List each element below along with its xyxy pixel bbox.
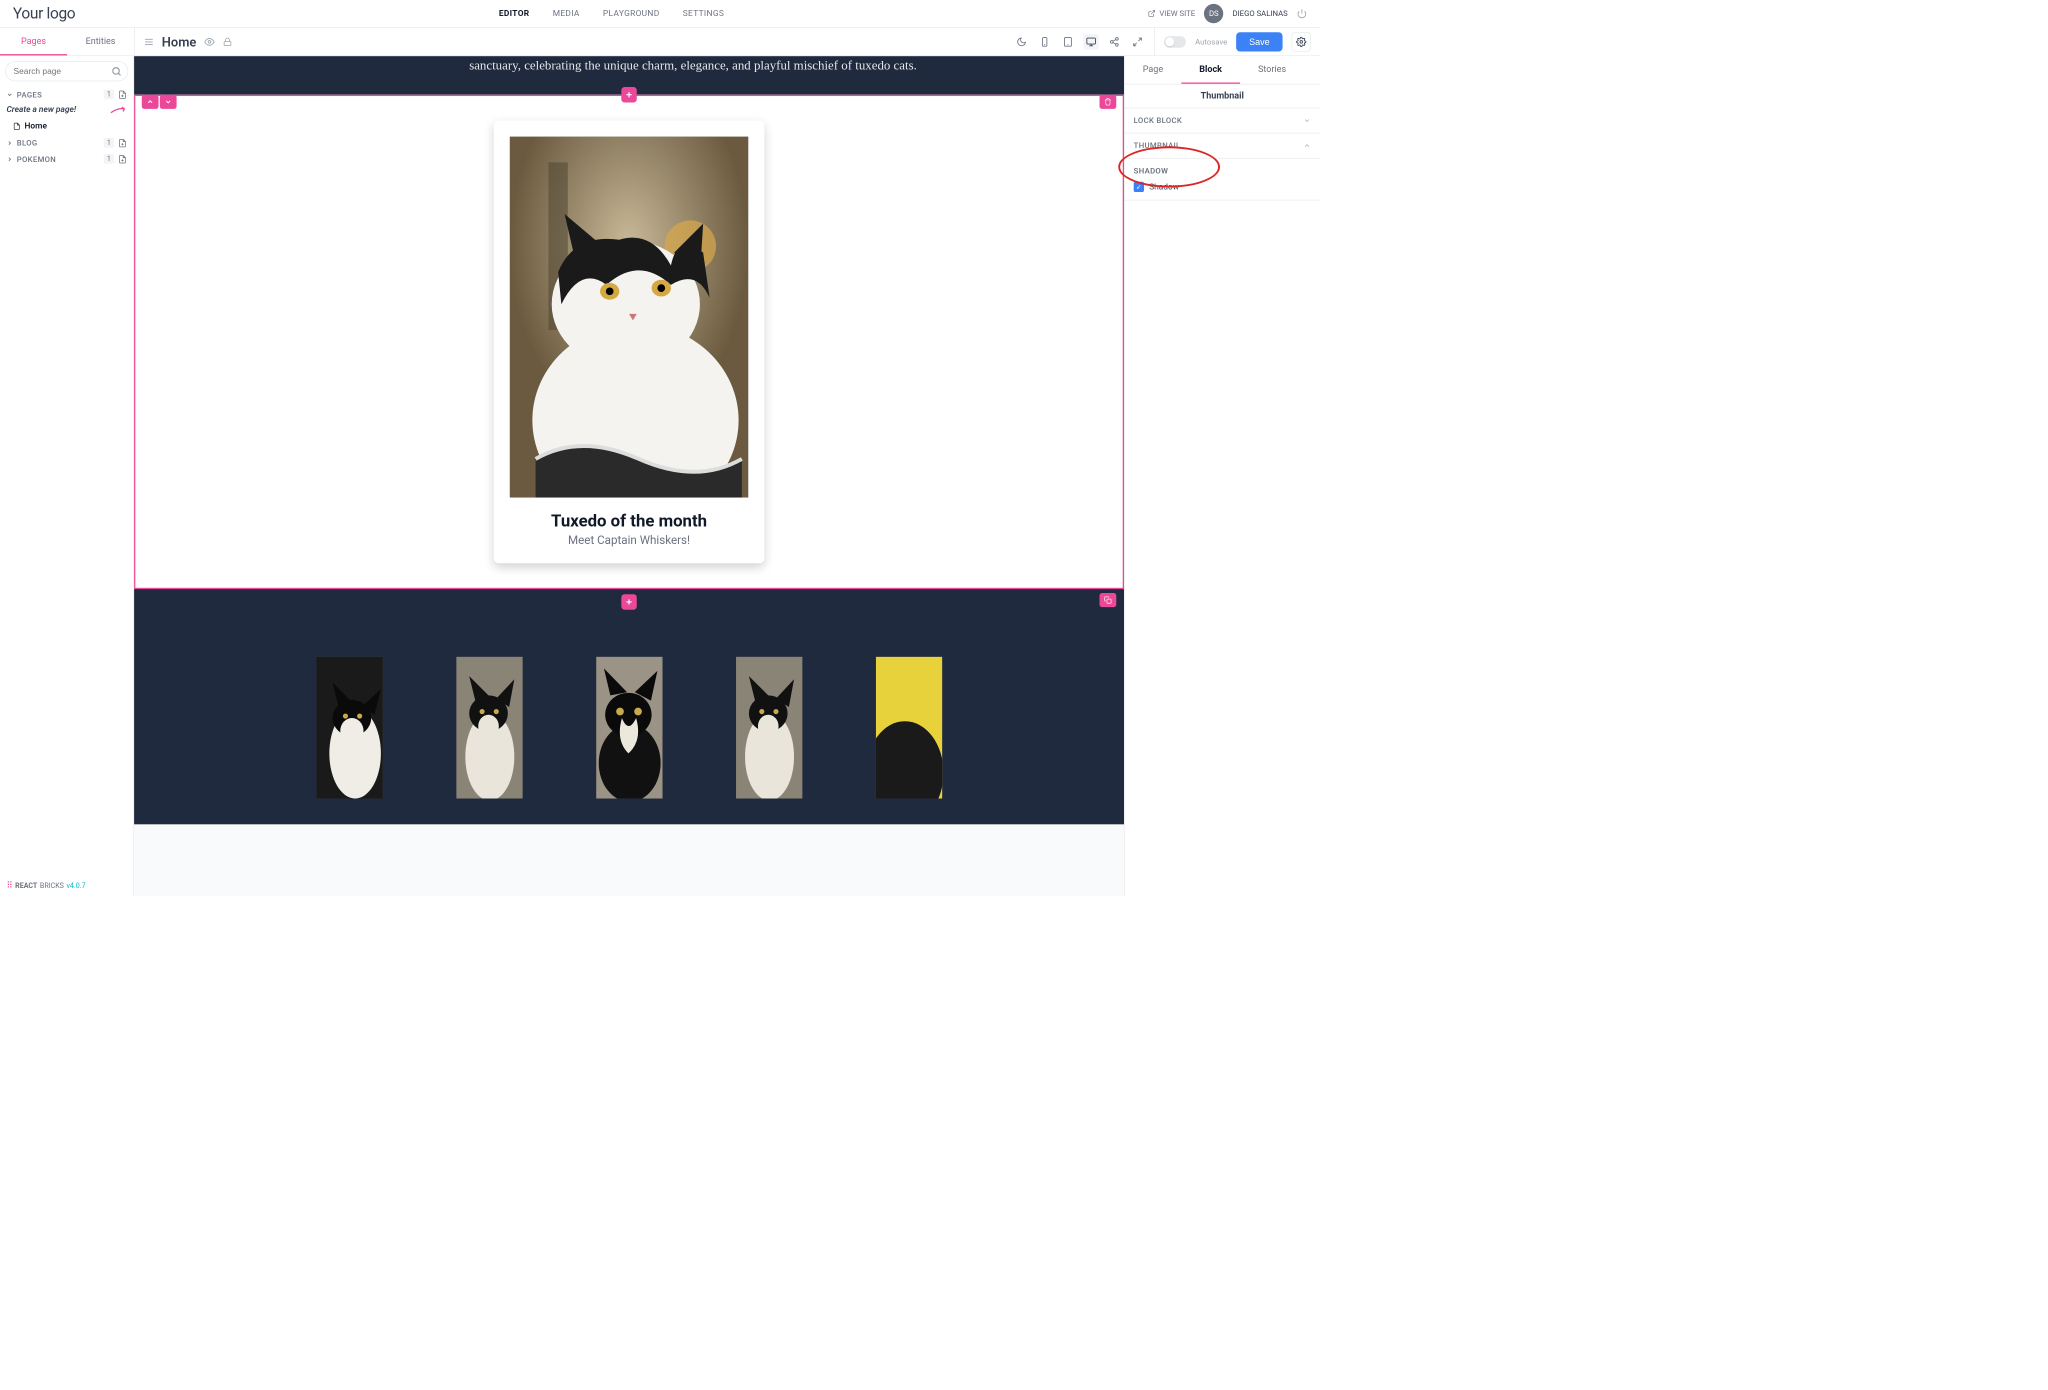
move-down-button[interactable] (160, 95, 177, 109)
thumbnail-card[interactable]: Tuxedo of the month Meet Captain Whisker… (494, 121, 765, 564)
move-up-button[interactable] (142, 95, 159, 109)
tree-blog-count: 1 (104, 138, 114, 148)
secondary-bar: Pages Entities Home Autosave Save (0, 28, 1320, 56)
nav-editor[interactable]: EDITOR (499, 9, 530, 19)
gallery-image[interactable] (736, 657, 802, 799)
create-page-hint: Create a new page! (0, 102, 133, 117)
brand-dots-icon: ⠿ (6, 881, 12, 891)
shadow-label: Shadow (1149, 182, 1179, 192)
tree-group-pages[interactable]: PAGES 1 (0, 86, 133, 102)
expand-icon[interactable] (1130, 34, 1145, 49)
rs-shadow-heading: SHADOW (1134, 166, 1311, 175)
tablet-icon[interactable] (1060, 34, 1075, 49)
user-name: DIEGO SALINAS (1232, 9, 1287, 18)
tree-item-home[interactable]: Home (0, 117, 133, 134)
page-title: Home (162, 34, 197, 49)
external-link-icon (1148, 10, 1156, 18)
nav-right: VIEW SITE DS DIEGO SALINAS (1148, 4, 1307, 23)
rs-block-name: Thumbnail (1125, 84, 1320, 108)
footer-bricks: BRICKS (40, 882, 64, 890)
eye-icon[interactable] (204, 36, 214, 46)
add-blog-icon[interactable] (118, 138, 127, 147)
autosave-toggle[interactable] (1164, 36, 1186, 48)
canvas[interactable]: sanctuary, celebrating the unique charm,… (134, 56, 1124, 896)
add-page-icon[interactable] (118, 90, 127, 99)
rs-tab-page[interactable]: Page (1125, 56, 1182, 84)
rs-shadow-body: SHADOW ✓ Shadow (1125, 159, 1320, 201)
theme-icon[interactable] (1014, 34, 1029, 49)
gallery-image[interactable] (316, 657, 382, 799)
shadow-checkbox-row[interactable]: ✓ Shadow (1134, 182, 1311, 192)
delete-block-button[interactable] (1100, 95, 1117, 109)
save-button[interactable]: Save (1236, 32, 1282, 51)
add-pokemon-icon[interactable] (118, 154, 127, 163)
nav-settings[interactable]: SETTINGS (683, 9, 724, 19)
tree-blog-label: BLOG (17, 138, 100, 147)
tree-group-pokemon[interactable]: POKEMON 1 (0, 151, 133, 167)
logout-icon[interactable] (1297, 8, 1307, 18)
tree-home-label: Home (24, 121, 46, 131)
chevron-up-icon (1303, 142, 1311, 150)
rs-thumbnail-label: THUMBNAIL (1134, 141, 1181, 150)
page-tree: PAGES 1 Create a new page! Home BLOG 1 P… (0, 86, 133, 167)
add-block-below-button[interactable] (621, 594, 636, 609)
tree-pages-label: PAGES (17, 90, 100, 99)
footer-brand: ⠿ REACTBRICKS v4.0.7 (4, 880, 88, 892)
thumbnail-subtitle[interactable]: Meet Captain Whiskers! (568, 534, 690, 548)
autosave-label: Autosave (1195, 37, 1227, 46)
gallery-image[interactable] (456, 657, 522, 799)
search-input[interactable] (5, 61, 128, 81)
rs-lock-label: LOCK BLOCK (1134, 116, 1182, 125)
mobile-icon[interactable] (1037, 34, 1052, 49)
nav-playground[interactable]: PLAYGROUND (603, 9, 660, 19)
tab-pages[interactable]: Pages (0, 28, 67, 56)
right-tabs: Page Block Stories (1125, 56, 1320, 84)
duplicate-block-button[interactable] (1100, 593, 1117, 607)
top-navbar: Your logo EDITOR MEDIA PLAYGROUND SETTIN… (0, 0, 1320, 28)
right-sidebar: Page Block Stories Thumbnail LOCK BLOCK … (1124, 56, 1320, 896)
thumbnail-image[interactable] (510, 137, 748, 498)
user-avatar[interactable]: DS (1204, 4, 1223, 23)
gallery-image[interactable] (876, 657, 942, 799)
footer-version: v4.0.7 (66, 882, 85, 890)
left-tabs: Pages Entities (0, 28, 134, 56)
gallery-block[interactable] (134, 589, 1124, 824)
main-area: PAGES 1 Create a new page! Home BLOG 1 P… (0, 56, 1320, 896)
rs-tab-block[interactable]: Block (1181, 56, 1240, 84)
nav-media[interactable]: MEDIA (553, 9, 580, 19)
settings-gear[interactable] (1292, 32, 1311, 51)
chevron-down-icon (1303, 117, 1311, 125)
rs-lock-section[interactable]: LOCK BLOCK (1125, 108, 1320, 133)
nav-center: EDITOR MEDIA PLAYGROUND SETTINGS (75, 9, 1147, 19)
tree-pokemon-count: 1 (104, 154, 114, 164)
lock-icon[interactable] (222, 36, 232, 46)
tab-entities[interactable]: Entities (67, 28, 134, 56)
add-block-above-button[interactable] (621, 87, 636, 102)
footer-react: REACT (15, 882, 37, 890)
rs-thumbnail-section[interactable]: THUMBNAIL (1125, 133, 1320, 158)
toolbar-right: Autosave Save (1155, 28, 1320, 56)
left-sidebar: PAGES 1 Create a new page! Home BLOG 1 P… (0, 56, 134, 896)
shadow-checkbox[interactable]: ✓ (1134, 182, 1144, 192)
desktop-icon[interactable] (1084, 34, 1099, 49)
chevron-right-icon (6, 140, 12, 146)
thumbnail-block[interactable]: Tuxedo of the month Meet Captain Whisker… (134, 95, 1124, 589)
page-bar: Home (134, 28, 1155, 56)
chevron-right-icon (6, 156, 12, 162)
tree-group-blog[interactable]: BLOG 1 (0, 135, 133, 151)
gallery-image[interactable] (596, 657, 662, 799)
arrow-icon (110, 106, 127, 114)
rs-tab-stories[interactable]: Stories (1240, 56, 1304, 84)
page-icon (13, 122, 21, 130)
thumbnail-title[interactable]: Tuxedo of the month (551, 512, 707, 531)
view-site-link[interactable]: VIEW SITE (1148, 9, 1195, 18)
tree-pokemon-label: POKEMON (17, 154, 100, 163)
hero-text: sanctuary, celebrating the unique charm,… (469, 59, 917, 73)
tree-pages-count: 1 (104, 90, 114, 100)
share-icon[interactable] (1107, 34, 1122, 49)
view-site-label: VIEW SITE (1159, 9, 1195, 18)
brand-logo[interactable]: Your logo (13, 5, 75, 23)
chevron-down-icon (6, 91, 12, 97)
menu-icon[interactable] (144, 36, 154, 46)
